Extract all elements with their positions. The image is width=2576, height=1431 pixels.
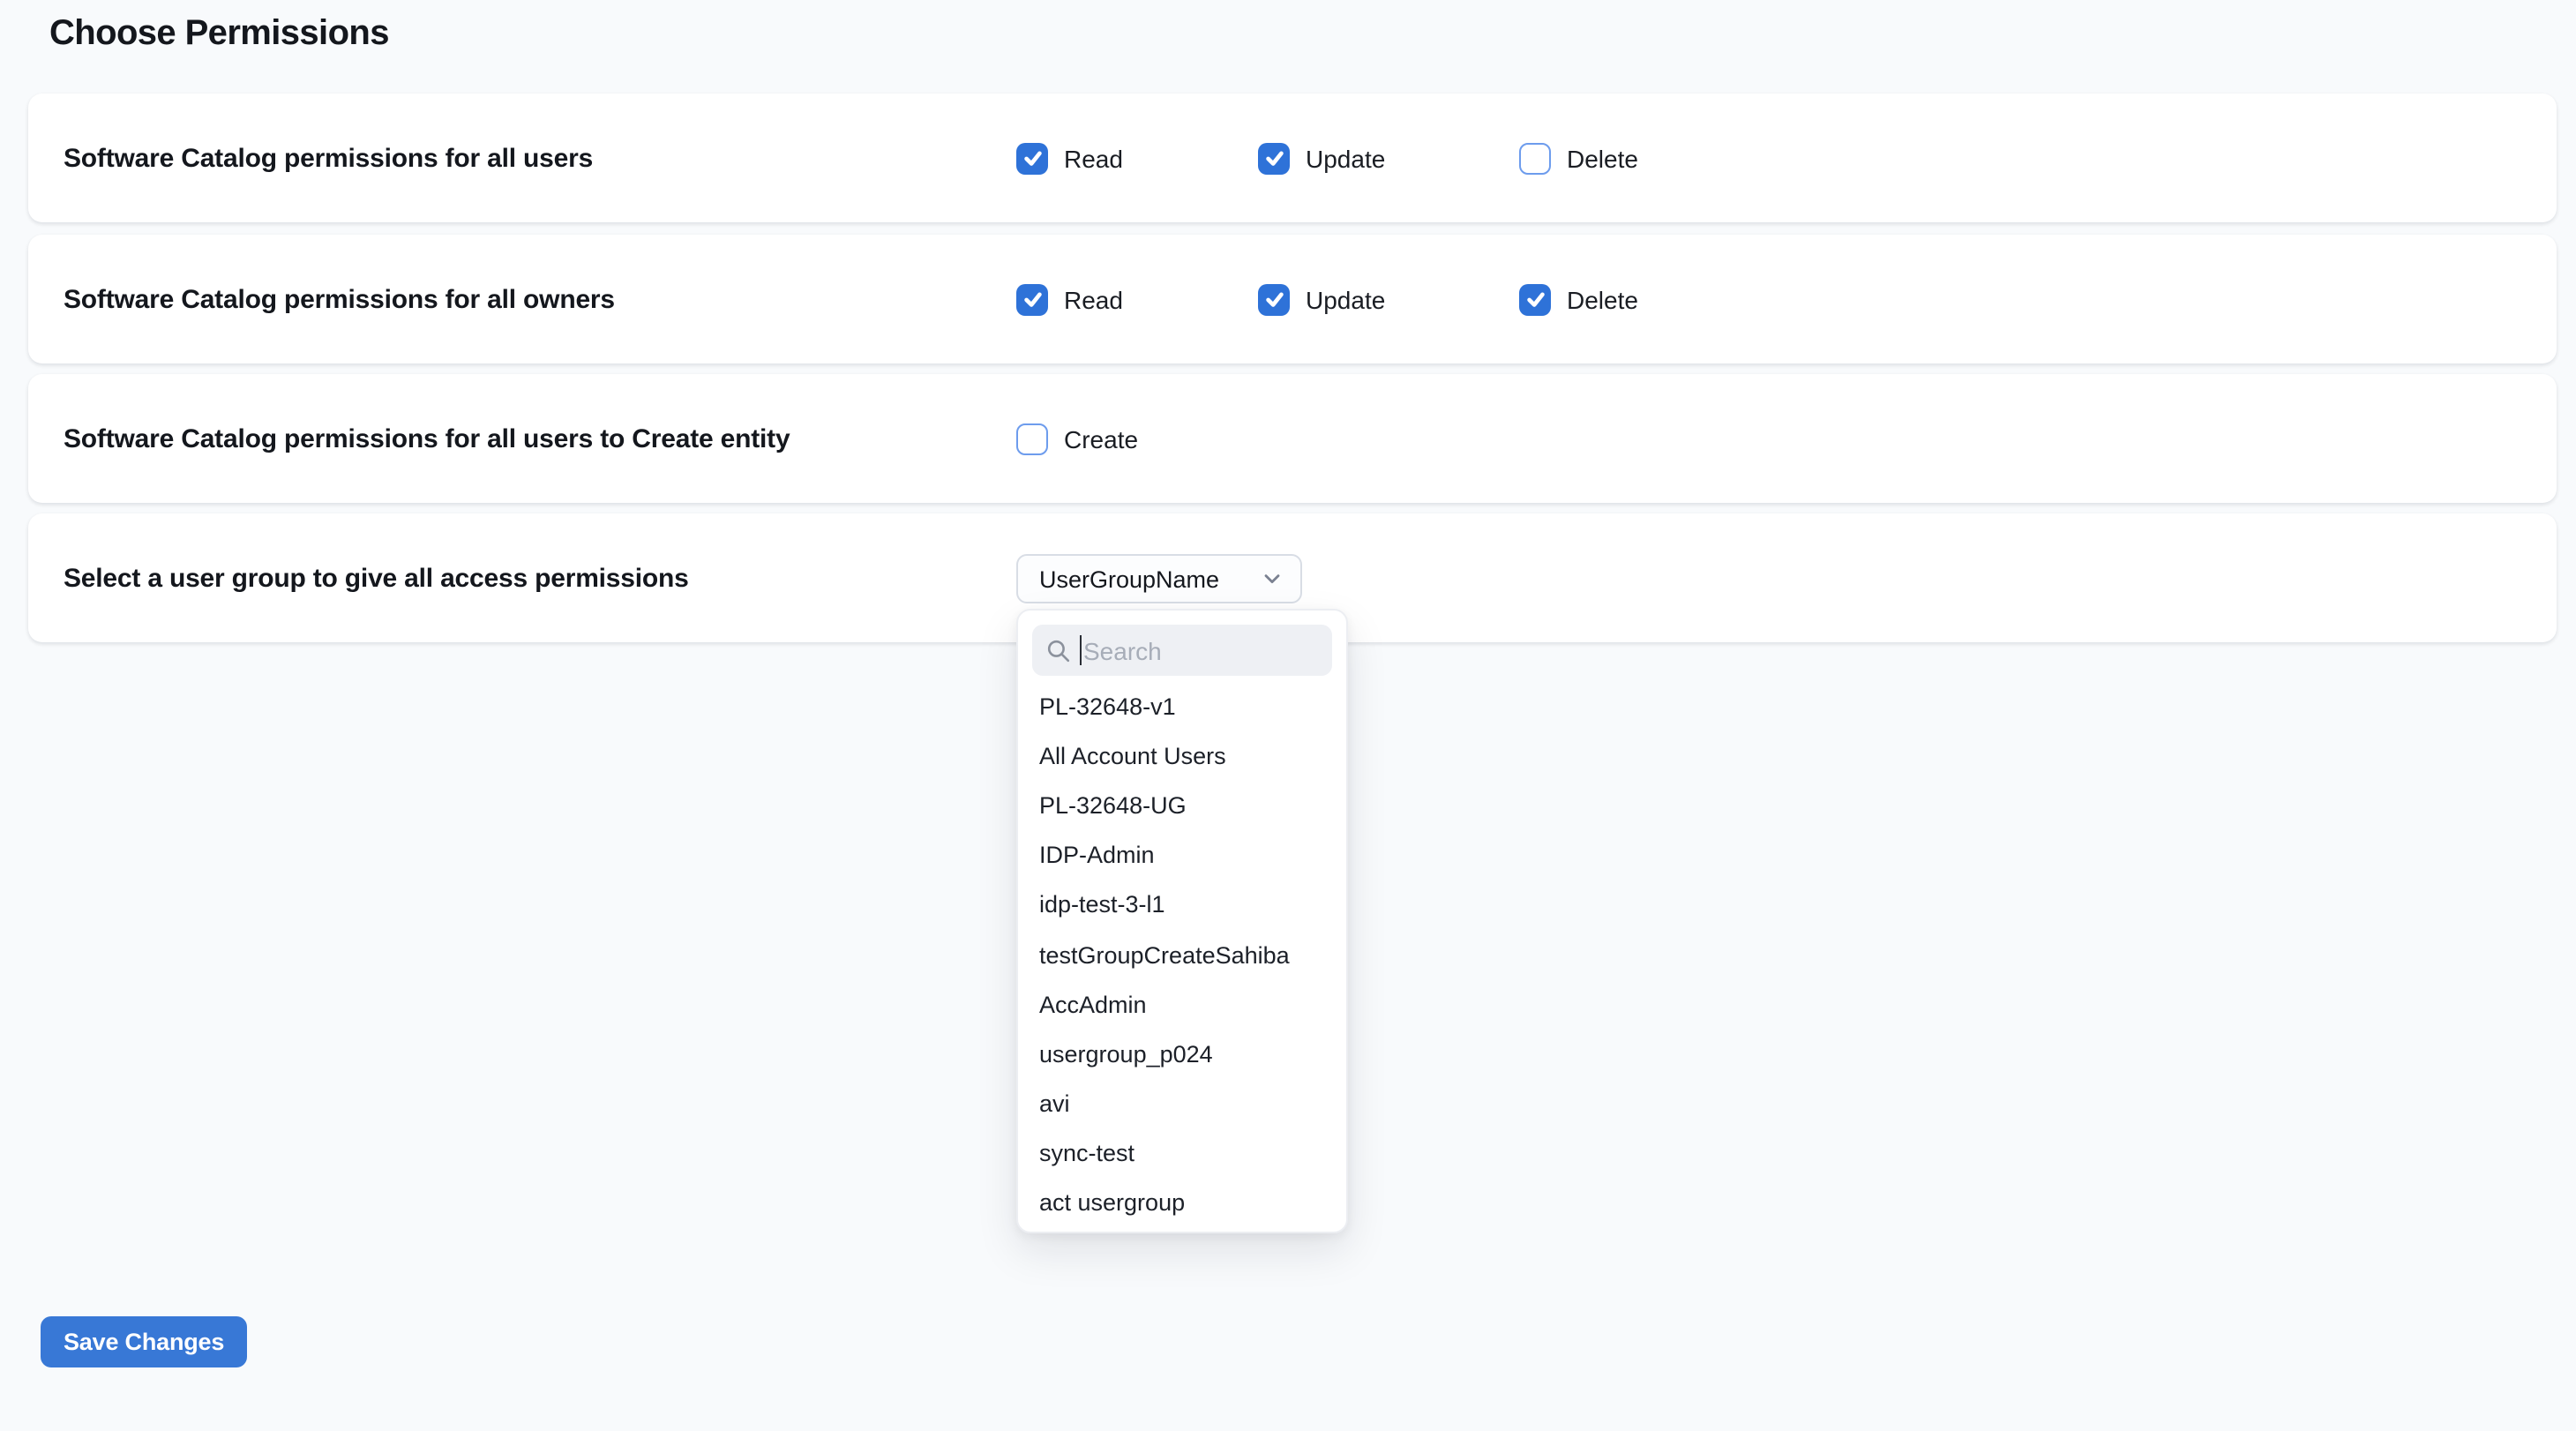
card-label: Select a user group to give all access p… (64, 563, 689, 593)
dropdown-option[interactable]: IDP-Admin (1032, 830, 1332, 880)
checkbox-box[interactable] (1016, 142, 1048, 174)
dropdown-option[interactable]: All Account Users (1032, 730, 1332, 780)
checkbox-label: Read (1064, 285, 1123, 313)
dropdown-option[interactable]: testGroupCreateSahiba (1032, 930, 1332, 979)
checkbox-box[interactable] (1016, 423, 1048, 454)
dropdown-panel: PL-32648-v1 All Account Users PL-32648-U… (1016, 609, 1348, 1233)
card-all-users: Software Catalog permissions for all use… (28, 94, 2557, 222)
checkbox-box[interactable] (1258, 142, 1290, 174)
dropdown-search (1032, 625, 1332, 676)
dropdown-option[interactable]: act usergroup (1032, 1179, 1332, 1228)
checkbox-label: Delete (1567, 285, 1638, 313)
user-group-dropdown[interactable]: UserGroupName (1016, 554, 1302, 603)
checkbox-read[interactable]: Read (1016, 283, 1123, 315)
card-all-owners: Software Catalog permissions for all own… (28, 235, 2557, 363)
checkmark-icon (1262, 146, 1285, 169)
dropdown-options-list: PL-32648-v1 All Account Users PL-32648-U… (1032, 681, 1332, 1228)
card-label: Software Catalog permissions for all use… (64, 143, 593, 173)
checkbox-label: Delete (1567, 144, 1638, 172)
checkbox-delete[interactable]: Delete (1519, 283, 1638, 315)
chevron-down-icon (1262, 568, 1283, 589)
dropdown-option[interactable]: idp-test-3-l1 (1032, 880, 1332, 930)
dropdown-option[interactable]: PL-32648-v1 (1032, 681, 1332, 730)
page-title: Choose Permissions (49, 14, 389, 55)
checkbox-update[interactable]: Update (1258, 142, 1385, 174)
checkbox-read[interactable]: Read (1016, 142, 1123, 174)
checkmark-icon (1262, 288, 1285, 311)
checkbox-update[interactable]: Update (1258, 283, 1385, 315)
dropdown-option[interactable]: usergroup_p024 (1032, 1030, 1332, 1079)
save-changes-button[interactable]: Save Changes (41, 1316, 247, 1367)
checkbox-delete[interactable]: Delete (1519, 142, 1638, 174)
checkbox-box[interactable] (1016, 283, 1048, 315)
card-label: Software Catalog permissions for all own… (64, 284, 615, 314)
card-label: Software Catalog permissions for all use… (64, 423, 790, 453)
search-icon (1046, 638, 1071, 663)
dropdown-option[interactable]: PL-32648-UG (1032, 781, 1332, 830)
checkbox-label: Update (1306, 144, 1385, 172)
card-create-entity: Software Catalog permissions for all use… (28, 374, 2557, 503)
dropdown-option[interactable]: sync-test (1032, 1128, 1332, 1178)
dropdown-option[interactable]: avi (1032, 1079, 1332, 1128)
checkmark-icon (1021, 146, 1044, 169)
checkbox-label: Update (1306, 285, 1385, 313)
checkbox-label: Read (1064, 144, 1123, 172)
search-input[interactable] (1032, 625, 1332, 676)
checkbox-box[interactable] (1519, 283, 1551, 315)
checkbox-box[interactable] (1258, 283, 1290, 315)
text-cursor (1080, 635, 1082, 665)
dropdown-value: UserGroupName (1039, 566, 1219, 592)
checkmark-icon (1524, 288, 1546, 311)
dropdown-option[interactable]: AccAdmin (1032, 979, 1332, 1029)
permissions-page: Choose Permissions Software Catalog perm… (0, 0, 2576, 1431)
checkbox-create[interactable]: Create (1016, 423, 1138, 454)
checkbox-label: Create (1064, 424, 1138, 453)
checkbox-box[interactable] (1519, 142, 1551, 174)
checkmark-icon (1021, 288, 1044, 311)
